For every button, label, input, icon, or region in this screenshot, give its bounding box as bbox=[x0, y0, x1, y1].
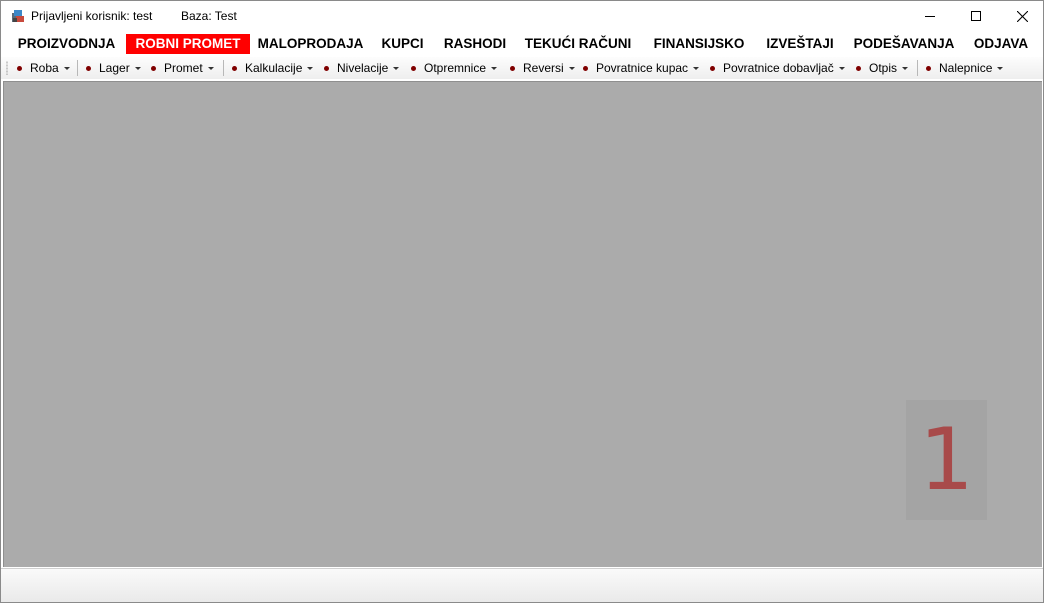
robni-promet-toolbar: Roba Lager Promet Kalkulacije Nivelacije… bbox=[1, 57, 1043, 79]
toolbar-item-lager[interactable]: Lager bbox=[86, 57, 141, 79]
dropdown-arrow-icon bbox=[491, 66, 498, 70]
bullet-icon bbox=[926, 65, 931, 71]
toolbar-item-povratnice-dobavljac[interactable]: Povratnice dobavljač bbox=[710, 57, 845, 79]
toolbar-item-label: Otpremnice bbox=[424, 61, 487, 75]
maximize-icon bbox=[971, 11, 981, 21]
toolbar-item-otpis[interactable]: Otpis bbox=[856, 57, 909, 79]
menu-izvestaji[interactable]: IZVEŠTAJI bbox=[759, 34, 841, 54]
menu-maloprodaja[interactable]: MALOPRODAJA bbox=[253, 34, 368, 54]
toolbar-separator bbox=[77, 60, 78, 76]
toolbar-item-povratnice-kupac[interactable]: Povratnice kupac bbox=[583, 57, 700, 79]
menu-finansijsko[interactable]: FINANSIJSKO bbox=[644, 34, 754, 54]
bullet-icon bbox=[232, 65, 237, 71]
toolbar-item-label: Roba bbox=[30, 61, 59, 75]
minimize-button[interactable] bbox=[907, 1, 953, 31]
toolbar-item-label: Promet bbox=[164, 61, 203, 75]
workspace-badge-number: 1 bbox=[919, 410, 974, 510]
close-icon bbox=[1016, 10, 1028, 22]
dropdown-arrow-icon bbox=[393, 66, 400, 70]
minimize-icon bbox=[925, 16, 935, 17]
bullet-icon bbox=[856, 65, 861, 71]
dropdown-arrow-icon bbox=[307, 66, 314, 70]
toolbar-item-label: Kalkulacije bbox=[245, 61, 303, 75]
mdi-workspace: 1 bbox=[3, 81, 1042, 567]
menu-tekuci-racuni[interactable]: TEKUĆI RAČUNI bbox=[519, 34, 637, 54]
toolbar-item-reversi[interactable]: Reversi bbox=[510, 57, 575, 79]
app-icon bbox=[12, 10, 24, 22]
title-bar[interactable]: Prijavljeni korisnik: test Baza: Test bbox=[1, 1, 1043, 31]
menu-rashodi[interactable]: RASHODI bbox=[437, 34, 513, 54]
workspace-badge: 1 bbox=[906, 400, 987, 520]
toolbar-item-label: Povratnice dobavljač bbox=[723, 61, 834, 75]
menu-odjava[interactable]: ODJAVA bbox=[966, 34, 1036, 54]
app-window: Prijavljeni korisnik: test Baza: Test PR… bbox=[0, 0, 1044, 603]
toolbar-item-roba[interactable]: Roba bbox=[17, 57, 70, 79]
bullet-icon bbox=[411, 65, 416, 71]
bullet-icon bbox=[324, 65, 329, 71]
maximize-button[interactable] bbox=[953, 1, 999, 31]
toolbar-separator bbox=[223, 60, 224, 76]
bullet-icon bbox=[151, 65, 156, 71]
toolbar-item-nivelacije[interactable]: Nivelacije bbox=[324, 57, 400, 79]
menu-robni-promet[interactable]: ROBNI PROMET bbox=[126, 34, 250, 54]
toolbar-item-label: Otpis bbox=[869, 61, 898, 75]
dropdown-arrow-icon bbox=[134, 66, 141, 70]
menu-kupci[interactable]: KUPCI bbox=[374, 34, 431, 54]
dropdown-arrow-icon bbox=[902, 66, 909, 70]
database-label: Baza: Test bbox=[181, 9, 237, 23]
main-menu: PROIZVODNJA ROBNI PROMET MALOPRODAJA KUP… bbox=[1, 33, 1043, 55]
toolbar-item-label: Reversi bbox=[523, 61, 564, 75]
toolbar-item-promet[interactable]: Promet bbox=[151, 57, 214, 79]
toolbar-separator bbox=[917, 60, 918, 76]
toolbar-item-label: Nivelacije bbox=[337, 61, 389, 75]
bullet-icon bbox=[710, 65, 715, 71]
dropdown-arrow-icon bbox=[568, 66, 575, 70]
bullet-icon bbox=[510, 65, 515, 71]
status-bar bbox=[1, 568, 1043, 602]
dropdown-arrow-icon bbox=[63, 66, 70, 70]
dropdown-arrow-icon bbox=[997, 66, 1004, 70]
toolbar-grip[interactable] bbox=[6, 61, 8, 75]
bullet-icon bbox=[583, 65, 588, 71]
dropdown-arrow-icon bbox=[838, 66, 845, 70]
bullet-icon bbox=[17, 65, 22, 71]
dropdown-arrow-icon bbox=[693, 66, 700, 70]
dropdown-arrow-icon bbox=[207, 66, 214, 70]
bullet-icon bbox=[86, 65, 91, 71]
toolbar-item-label: Lager bbox=[99, 61, 130, 75]
menu-podesavanja[interactable]: PODEŠAVANJA bbox=[847, 34, 961, 54]
menu-proizvodnja[interactable]: PROIZVODNJA bbox=[9, 34, 124, 54]
logged-user-label: Prijavljeni korisnik: test bbox=[31, 9, 153, 23]
toolbar-item-otpremnice[interactable]: Otpremnice bbox=[411, 57, 498, 79]
toolbar-item-kalkulacije[interactable]: Kalkulacije bbox=[232, 57, 314, 79]
toolbar-item-label: Nalepnice bbox=[939, 61, 993, 75]
close-button[interactable] bbox=[999, 1, 1043, 31]
toolbar-item-nalepnice[interactable]: Nalepnice bbox=[926, 57, 1004, 79]
toolbar-item-label: Povratnice kupac bbox=[596, 61, 689, 75]
